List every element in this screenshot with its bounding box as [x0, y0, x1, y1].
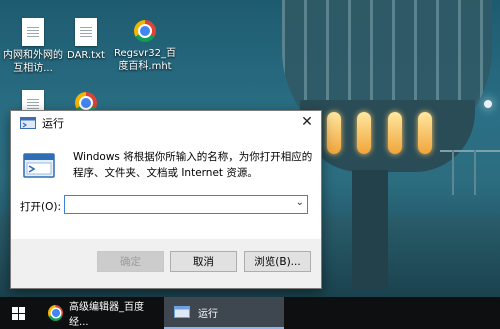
run-icon — [174, 306, 190, 318]
desktop-icon-label: Regsvr32_百度百科.mht — [114, 48, 176, 72]
wallpaper-rail — [440, 150, 500, 152]
dialog-description: Windows 将根据你所输入的名称，为你打开相应的程序、文件夹、文档或 Int… — [73, 151, 313, 179]
run-icon — [20, 116, 36, 129]
open-combobox[interactable]: ⌄ — [64, 195, 308, 214]
taskbar-item-label: 运行 — [198, 308, 218, 320]
ok-button[interactable]: 确定 — [97, 251, 164, 272]
taskbar-item-label: 高级编辑器_百度经... — [69, 302, 145, 328]
text-file-icon — [75, 18, 97, 46]
cancel-button[interactable]: 取消 — [170, 251, 237, 272]
browse-button[interactable]: 浏览(B)... — [244, 251, 311, 272]
wallpaper-window — [357, 112, 371, 154]
wallpaper-window — [388, 112, 402, 154]
chrome-icon — [134, 20, 156, 42]
chevron-down-icon[interactable]: ⌄ — [296, 197, 304, 208]
close-button[interactable]: ✕ — [293, 111, 321, 133]
dialog-title: 运行 — [42, 116, 64, 130]
wallpaper-window — [327, 112, 341, 154]
desktop-icon-dar-txt[interactable]: DAR.txt — [53, 18, 119, 62]
start-button[interactable] — [0, 297, 36, 329]
dialog-footer: 确定 取消 浏览(B)... — [11, 239, 321, 288]
chrome-icon — [48, 305, 64, 321]
wallpaper-post — [452, 150, 454, 195]
wallpaper-lamp — [484, 100, 492, 108]
open-label: 打开(O): — [20, 201, 61, 213]
taskbar-item-chrome[interactable]: 高级编辑器_百度经... — [42, 297, 158, 329]
wallpaper-stem — [352, 170, 388, 290]
text-file-icon — [22, 18, 44, 46]
run-program-icon — [23, 153, 55, 178]
desktop-icon-label: DAR.txt — [67, 50, 105, 61]
dialog-title-bar[interactable]: 运行 — [11, 111, 321, 134]
taskbar: 高级编辑器_百度经... 运行 — [0, 297, 500, 329]
run-dialog: 运行 ✕ Windows 将根据你所输入的名称，为你打开相应的程序、文件夹、文档… — [10, 110, 322, 289]
wallpaper-window — [418, 112, 432, 154]
close-icon: ✕ — [301, 114, 313, 130]
windows-logo-icon — [11, 306, 25, 320]
desktop-icon-regsvr32[interactable]: Regsvr32_百度百科.mht — [112, 18, 178, 73]
taskbar-item-run[interactable]: 运行 — [164, 297, 284, 329]
open-input[interactable] — [67, 197, 291, 214]
wallpaper-post — [474, 150, 476, 195]
